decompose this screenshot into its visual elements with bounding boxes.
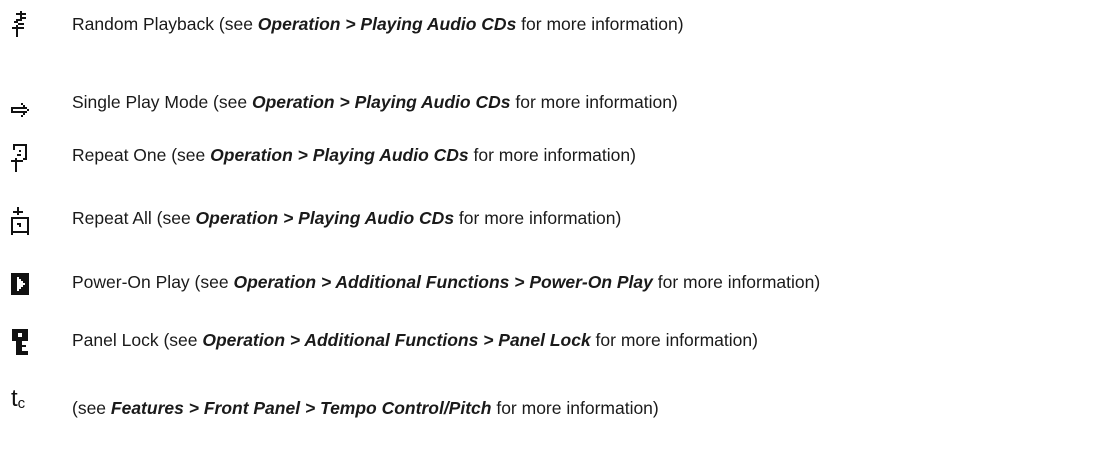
legend-text: Repeat All (see Operation > Playing Audi… [72,208,622,228]
single-play-mode-icon [6,96,34,124]
legend-row-single-play-mode: Single Play Mode (see Operation > Playin… [0,82,1100,122]
legend-text: Power-On Play (see Operation > Additiona… [72,272,821,292]
legend-row-repeat-one: Repeat One (see Operation > Playing Audi… [0,135,1100,175]
repeat-all-icon [6,207,34,235]
legend-row-random-playback: Random Playback (see Operation > Playing… [0,4,1100,44]
legend-row-power-on-play: Power-On Play (see Operation > Additiona… [0,262,1100,302]
tempo-control-icon: tc [11,384,26,412]
legend-text: Single Play Mode (see Operation > Playin… [72,92,678,112]
legend-text: Random Playback (see Operation > Playing… [72,14,684,34]
random-playback-icon [6,10,34,38]
legend-text: Repeat One (see Operation > Playing Audi… [72,145,636,165]
legend-text: Panel Lock (see Operation > Additional F… [72,330,758,350]
legend-row-panel-lock: Panel Lock (see Operation > Additional F… [0,320,1100,360]
legend-row-tempo-control: tc (see Features > Front Panel > Tempo C… [0,380,1100,420]
power-on-play-icon [6,270,34,298]
panel-lock-icon [6,328,34,356]
repeat-one-icon [6,144,34,172]
legend-row-repeat-all: Repeat All (see Operation > Playing Audi… [0,198,1100,238]
legend-text: (see Features > Front Panel > Tempo Cont… [72,398,659,418]
